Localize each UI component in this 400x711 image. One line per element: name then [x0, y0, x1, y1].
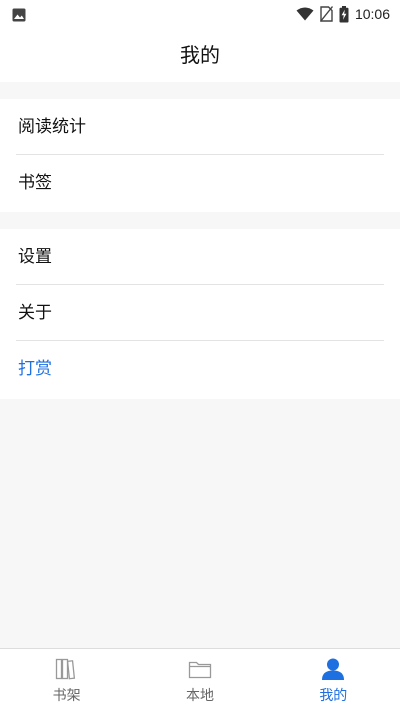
settings-group-reading: 阅读统计 书签: [0, 99, 400, 212]
person-icon: [320, 656, 346, 682]
nav-local-label: 本地: [185, 688, 214, 704]
image-icon: [12, 7, 26, 26]
nav-bookshelf[interactable]: 书架: [0, 649, 133, 711]
no-sim-icon: [319, 6, 333, 22]
nav-mine-label: 我的: [319, 688, 348, 704]
bookshelf-icon: [54, 656, 80, 682]
reading-stats-item[interactable]: 阅读统计: [0, 99, 400, 155]
clock-time: 10:06: [354, 6, 390, 22]
about-item[interactable]: 关于: [0, 285, 400, 341]
settings-item[interactable]: 设置: [0, 229, 400, 285]
folder-icon: [187, 656, 213, 682]
bottom-nav: 书架 本地 我的: [0, 648, 400, 711]
status-icons: 10:06: [290, 4, 390, 24]
bookmarks-item[interactable]: 书签: [0, 155, 400, 211]
app-bar: 我的: [0, 28, 400, 82]
settings-group-app: 设置 关于 打赏: [0, 229, 400, 399]
battery-charging-icon: [339, 5, 349, 23]
nav-mine[interactable]: 我的: [267, 649, 400, 711]
nav-bookshelf-label: 书架: [52, 688, 81, 704]
wifi-icon: [296, 7, 314, 21]
status-bar: 10:06: [0, 0, 400, 28]
donate-item[interactable]: 打赏: [0, 341, 400, 397]
page-title: 我的: [180, 43, 220, 67]
nav-local[interactable]: 本地: [133, 649, 266, 711]
